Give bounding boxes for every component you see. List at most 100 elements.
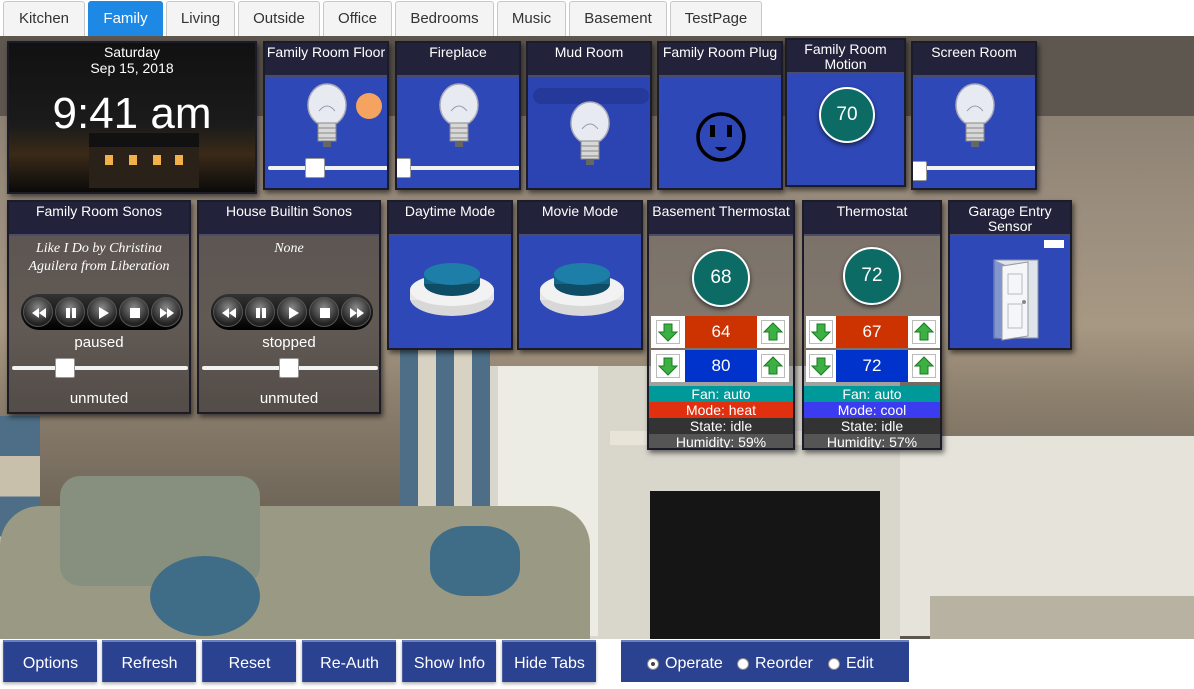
tile-title: Family Room Motion [787, 40, 904, 74]
heat-up-button[interactable] [912, 320, 936, 344]
tab-outside[interactable]: Outside [238, 1, 320, 36]
hvac-mode[interactable]: Mode: heat [649, 402, 793, 418]
fan-mode[interactable]: Fan: auto [649, 386, 793, 402]
hvac-mode[interactable]: Mode: cool [804, 402, 940, 418]
tile-title: House Builtin Sonos [199, 202, 379, 236]
tile-title: Family Room Floor [265, 43, 387, 77]
heat-down-button[interactable] [656, 320, 680, 344]
cool-up-button[interactable] [912, 354, 936, 378]
reset-button[interactable]: Reset [202, 640, 296, 682]
tile-thermostat[interactable]: Thermostat 72 67 72 Fan: auto Mode: cool… [802, 200, 942, 450]
tile-movie-mode[interactable]: Movie Mode [517, 200, 643, 350]
tab-basement[interactable]: Basement [569, 1, 667, 36]
fan-mode[interactable]: Fan: auto [804, 386, 940, 402]
tile-house-builtin-sonos[interactable]: House Builtin Sonos None stopped unmuted [197, 200, 381, 414]
tab-kitchen[interactable]: Kitchen [3, 1, 85, 36]
tab-music[interactable]: Music [497, 1, 566, 36]
fast-forward-button[interactable] [151, 297, 181, 327]
tab-testpage[interactable]: TestPage [670, 1, 762, 36]
arrow-down-icon [657, 357, 679, 376]
clock-time: 9:41 am [52, 89, 212, 138]
now-playing-track: Like I Do by Christina Aguilera from Lib… [28, 241, 170, 274]
pause-button[interactable] [55, 297, 85, 327]
cool-setpoint: 72 [836, 350, 908, 382]
tile-mud-room[interactable]: Mud Room [526, 41, 652, 190]
cool-up-button[interactable] [761, 354, 785, 378]
tile-family-room-floor[interactable]: Family Room Floor [263, 41, 389, 190]
mode-operate-radio[interactable]: Operate [647, 655, 723, 673]
media-controls [21, 294, 183, 330]
hvac-state: State: idle [649, 418, 793, 434]
level-indicator [356, 93, 382, 119]
heat-setpoint-row: 67 [806, 316, 940, 348]
tile-screen-room[interactable]: Screen Room [911, 41, 1037, 190]
tile-title: Daytime Mode [389, 202, 511, 236]
lightbulb-icon [955, 83, 995, 147]
mute-status[interactable]: unmuted [9, 390, 189, 407]
dimmer-slider[interactable] [400, 166, 519, 170]
radio-dot [647, 658, 659, 670]
lightbulb-icon [307, 83, 347, 147]
tab-office[interactable]: Office [323, 1, 392, 36]
tile-title: Garage Entry Sensor [950, 202, 1070, 236]
stop-button[interactable] [309, 297, 339, 327]
dimmer-slider[interactable] [268, 166, 387, 170]
hvac-state: State: idle [804, 418, 940, 434]
re-auth-button[interactable]: Re-Auth [302, 640, 396, 682]
tab-family[interactable]: Family [88, 1, 163, 36]
play-button[interactable] [277, 297, 307, 327]
show-info-button[interactable]: Show Info [402, 640, 496, 682]
tab-living[interactable]: Living [166, 1, 235, 36]
clock-tile: Saturday Sep 15, 2018 9:41 am [7, 41, 257, 194]
fast-forward-button[interactable] [341, 297, 371, 327]
tile-family-room-motion[interactable]: Family Room Motion 70 [785, 38, 906, 187]
tile-title: Basement Thermostat [649, 202, 793, 236]
humidity: Humidity: 59% [649, 434, 793, 448]
playback-status: paused [74, 334, 124, 351]
dimmer-slider-thumb[interactable] [397, 158, 411, 178]
cool-setpoint-row: 80 [651, 350, 789, 382]
stop-button[interactable] [119, 297, 149, 327]
arrow-up-icon [913, 356, 935, 375]
cool-down-button[interactable] [809, 354, 833, 378]
mode-reorder-radio[interactable]: Reorder [737, 655, 813, 673]
current-temperature-circle: 72 [843, 247, 901, 305]
pause-button[interactable] [245, 297, 275, 327]
cool-down-button[interactable] [656, 354, 680, 378]
mode-label: Operate [665, 655, 723, 672]
mute-status[interactable]: unmuted [199, 390, 379, 407]
rewind-button[interactable] [23, 297, 53, 327]
tile-garage-entry-sensor[interactable]: Garage Entry Sensor [948, 200, 1072, 350]
refresh-button[interactable]: Refresh [102, 640, 196, 682]
arrow-up-icon [913, 322, 935, 341]
outlet-icon [696, 112, 746, 162]
dimmer-slider[interactable] [916, 166, 1035, 170]
tile-title: Fireplace [397, 43, 519, 77]
clock-date: Sep 15, 2018 [90, 60, 174, 76]
arrow-down-icon [810, 357, 832, 376]
rewind-button[interactable] [213, 297, 243, 327]
mode-edit-radio[interactable]: Edit [828, 655, 874, 673]
volume-slider[interactable] [12, 366, 188, 370]
tile-family-room-sonos[interactable]: Family Room Sonos Like I Do by Christina… [7, 200, 191, 414]
tile-family-room-plug[interactable]: Family Room Plug [657, 41, 783, 190]
motion-value-circle: 70 [819, 87, 875, 143]
heat-down-button[interactable] [809, 320, 833, 344]
tile-basement-thermostat[interactable]: Basement Thermostat 68 64 80 Fan: auto M… [647, 200, 795, 450]
tile-fireplace[interactable]: Fireplace [395, 41, 521, 190]
hide-tabs-button[interactable]: Hide Tabs [502, 640, 596, 682]
options-button[interactable]: Options [3, 640, 97, 682]
tile-daytime-mode[interactable]: Daytime Mode [387, 200, 513, 350]
play-button[interactable] [87, 297, 117, 327]
tab-bedrooms[interactable]: Bedrooms [395, 1, 494, 36]
volume-slider-thumb[interactable] [55, 358, 75, 378]
heat-setpoint: 67 [836, 316, 908, 348]
dimmer-slider-thumb[interactable] [913, 161, 927, 181]
radio-dot [737, 658, 749, 670]
playback-status: stopped [262, 334, 316, 351]
heat-up-button[interactable] [761, 320, 785, 344]
clock-day: Saturday [103, 44, 161, 60]
dimmer-slider-thumb[interactable] [305, 158, 325, 178]
volume-slider-thumb[interactable] [279, 358, 299, 378]
tile-title: Movie Mode [519, 202, 641, 236]
